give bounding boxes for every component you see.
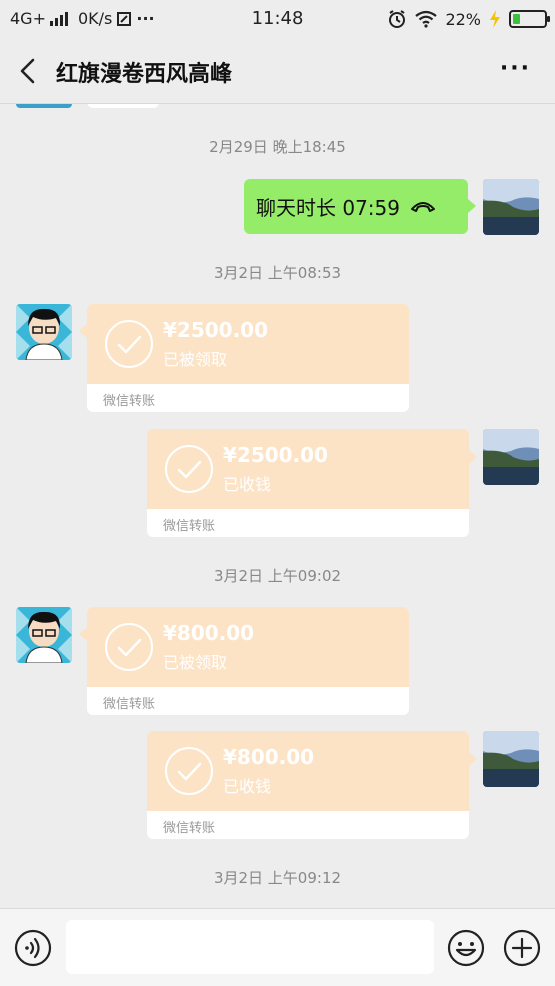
transfer-card[interactable]: ¥800.00 已被领取 微信转账 <box>87 607 409 715</box>
transfer-card[interactable]: ¥2500.00 已收钱 微信转账 <box>147 429 469 537</box>
more-button[interactable]: ··· <box>500 56 531 81</box>
chat-header: 红旗漫卷西风高峰 ··· <box>0 38 555 104</box>
contact-avatar[interactable] <box>16 607 72 663</box>
my-avatar[interactable] <box>483 429 539 485</box>
transfer-amount: ¥2500.00 <box>163 318 269 342</box>
voice-input-button[interactable] <box>14 929 52 967</box>
timestamp: 2月29日 晚上18:45 <box>209 138 346 156</box>
transfer-label: 微信转账 <box>103 394 156 409</box>
transfer-amount: ¥2500.00 <box>223 443 329 467</box>
alarm-icon <box>389 10 406 28</box>
timestamp: 3月2日 上午09:12 <box>213 869 342 887</box>
check-circle-icon <box>105 623 153 671</box>
chat-messages[interactable]: 2月29日 晚上18:45 聊天时长 07:59 3月2日 上午08:53 ¥2… <box>0 104 555 908</box>
transfer-status: 已收钱 <box>223 777 272 796</box>
transfer-amount: ¥800.00 <box>223 745 315 769</box>
transfer-label: 微信转账 <box>103 697 156 712</box>
chat-title: 红旗漫卷西风高峰 <box>56 62 233 87</box>
transfer-card[interactable]: ¥800.00 已收钱 微信转账 <box>147 731 469 839</box>
battery-fill <box>513 14 520 24</box>
transfer-label: 微信转账 <box>163 821 216 836</box>
input-bar <box>0 908 555 986</box>
emoji-button[interactable] <box>447 929 485 967</box>
bubble-tail <box>79 324 87 338</box>
back-button[interactable] <box>14 56 44 86</box>
previous-avatar[interactable] <box>16 104 72 108</box>
transfer-amount: ¥800.00 <box>163 621 255 645</box>
check-circle-icon <box>165 747 213 795</box>
status-bar: 4G+ 0K/s ··· 11:48 22% <box>0 0 555 38</box>
my-avatar[interactable] <box>483 179 539 235</box>
timestamp: 3月2日 上午09:02 <box>213 567 342 585</box>
bubble-tail <box>79 627 87 641</box>
bubble-tail <box>469 450 477 464</box>
transfer-status: 已收钱 <box>223 475 272 494</box>
call-duration-text: 聊天时长 07:59 <box>256 196 400 220</box>
status-right: 22% <box>387 9 550 29</box>
bubble-tail <box>469 752 477 766</box>
wifi-icon <box>415 10 438 28</box>
transfer-card[interactable]: ¥2500.00 已被领取 微信转账 <box>87 304 409 412</box>
my-avatar[interactable] <box>483 731 539 787</box>
timestamp: 3月2日 上午08:53 <box>213 264 342 282</box>
charging-icon <box>490 10 500 28</box>
call-duration-message[interactable]: 聊天时长 07:59 <box>244 179 476 234</box>
battery-percent: 22% <box>445 9 481 29</box>
phone-icon <box>411 201 435 212</box>
previous-message-bubble[interactable] <box>87 104 159 108</box>
transfer-status: 已被领取 <box>163 350 228 369</box>
battery-icon <box>509 10 550 28</box>
check-circle-icon <box>165 445 213 493</box>
transfer-label: 微信转账 <box>163 519 216 534</box>
contact-avatar[interactable] <box>16 304 72 360</box>
message-input[interactable] <box>66 920 434 974</box>
check-circle-icon <box>105 320 153 368</box>
more-functions-button[interactable] <box>503 929 541 967</box>
transfer-status: 已被领取 <box>163 653 228 672</box>
